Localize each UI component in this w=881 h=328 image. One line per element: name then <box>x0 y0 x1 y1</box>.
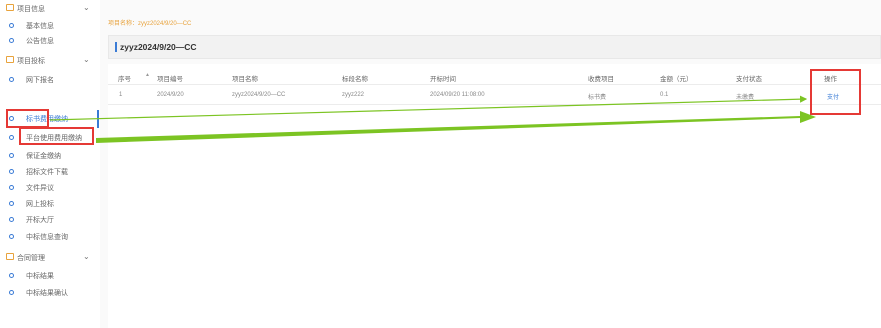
arrow-bid-doc-fee <box>49 95 808 121</box>
annotation-arrows <box>49 95 816 143</box>
